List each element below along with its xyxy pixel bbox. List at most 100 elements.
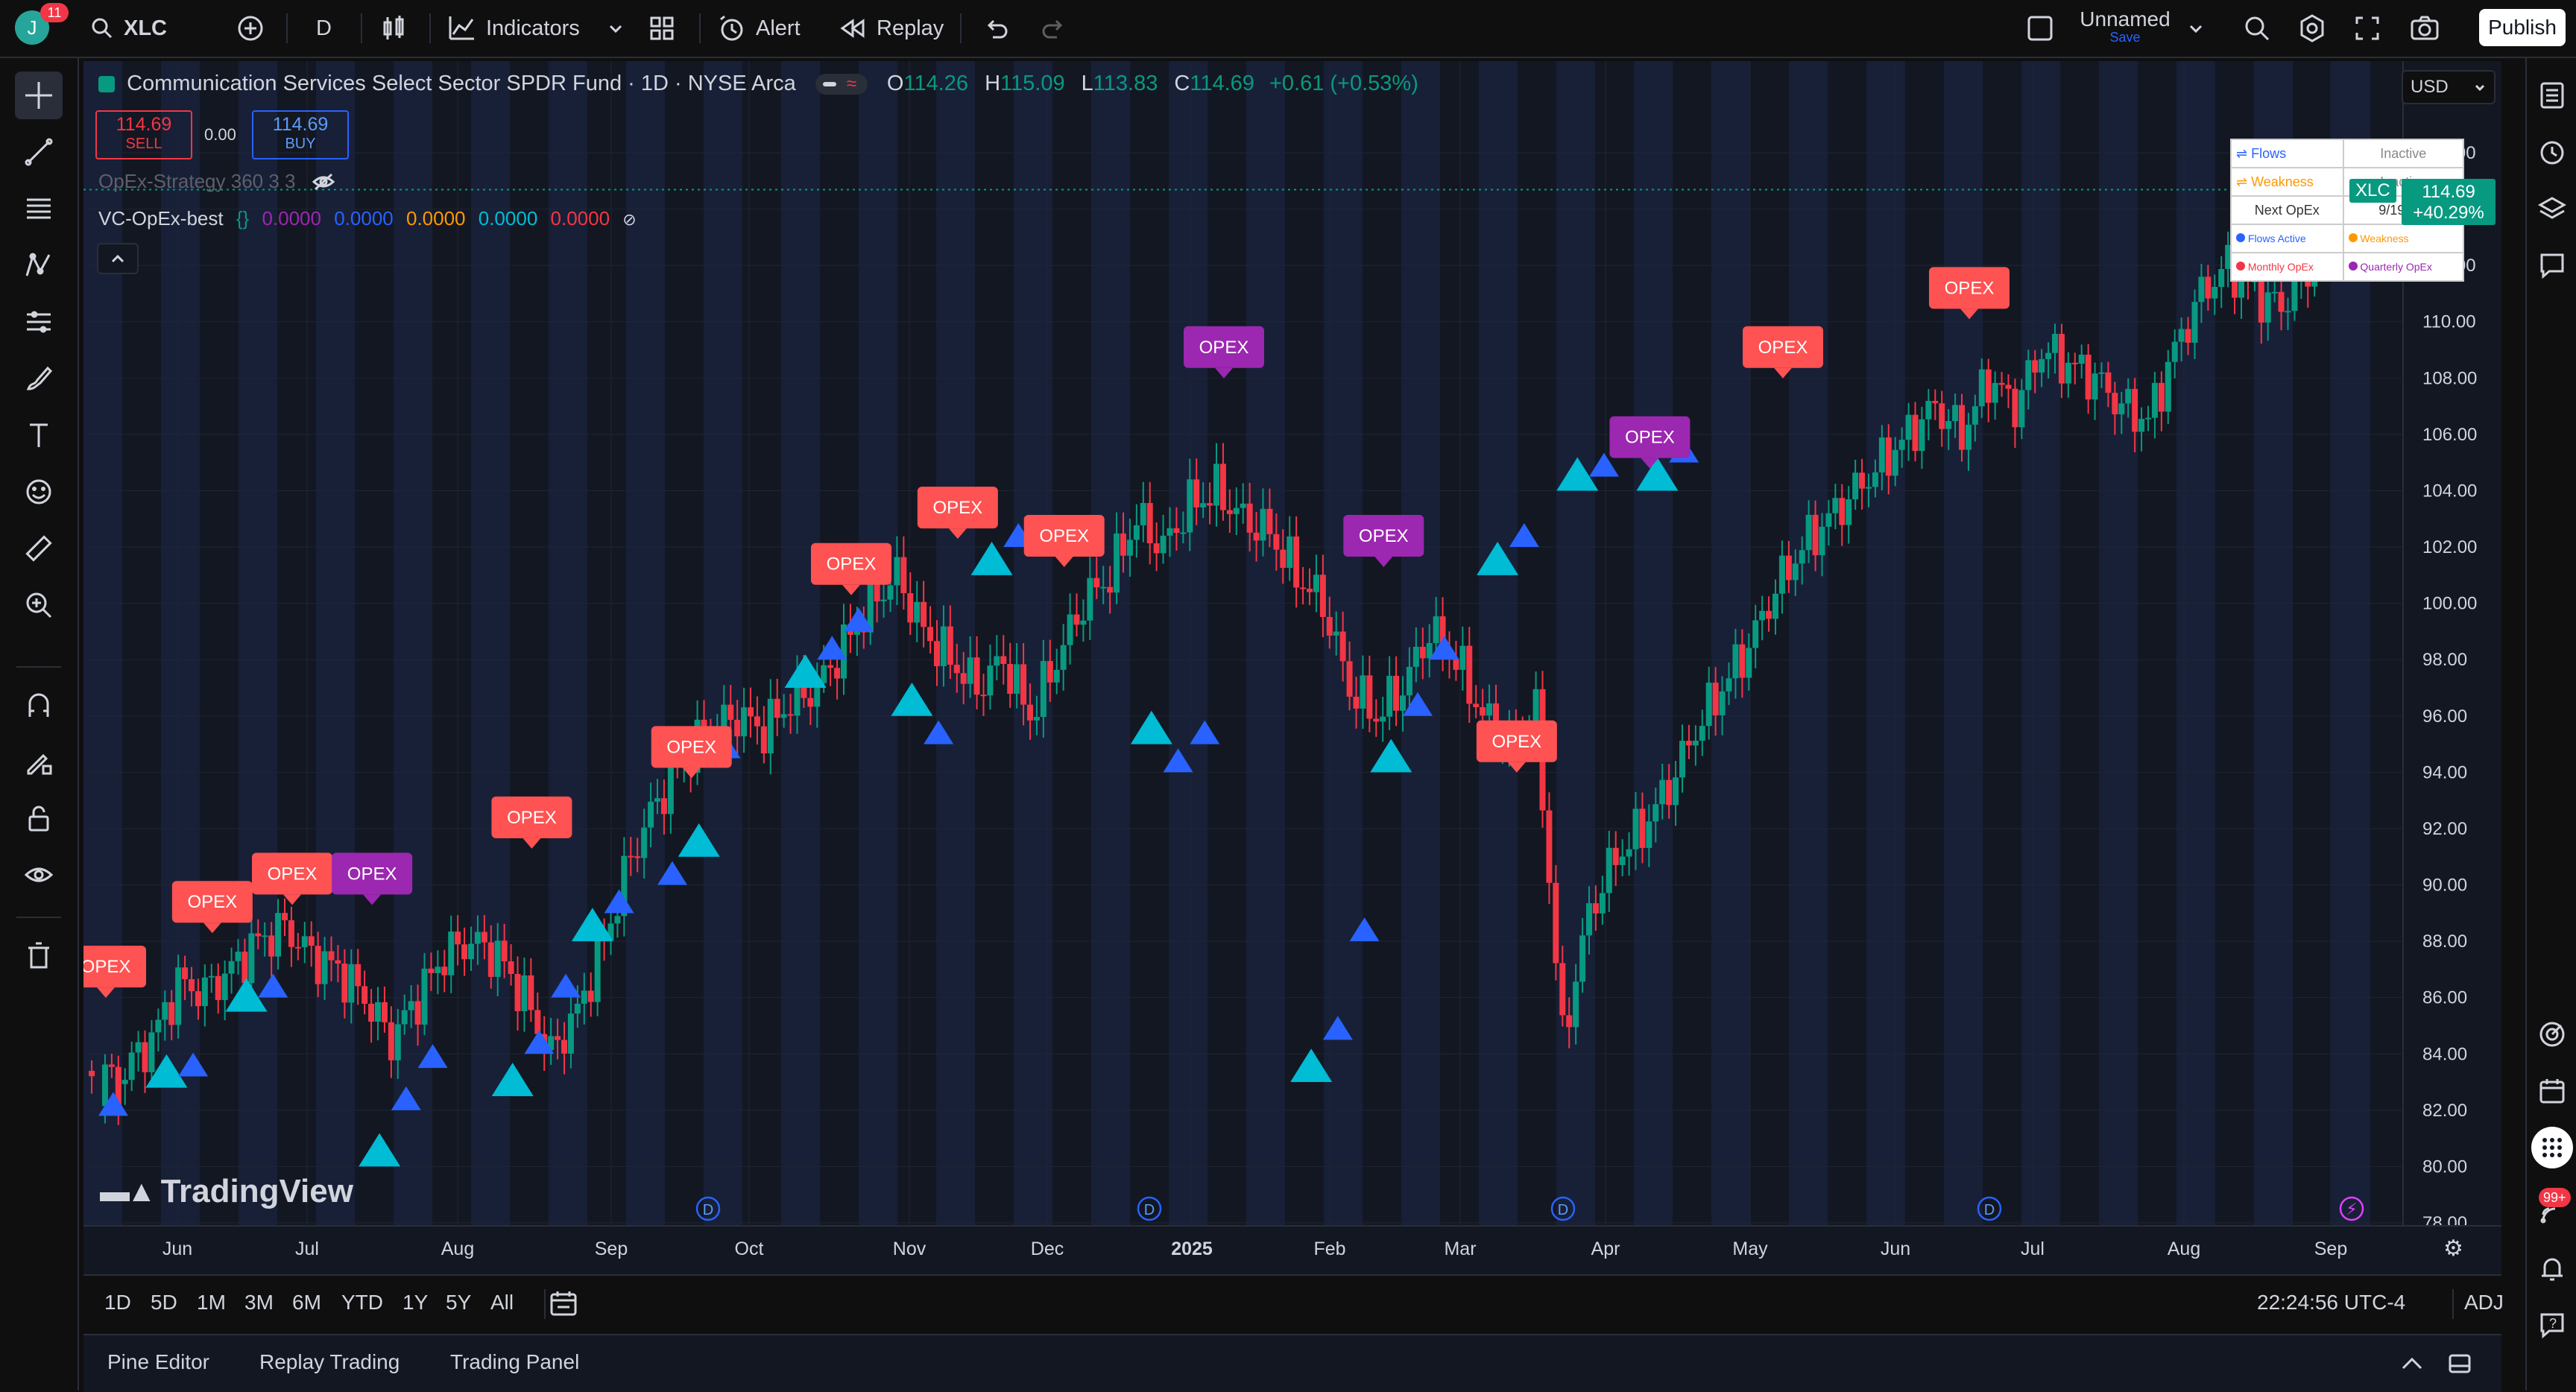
layout-toggle[interactable]: [2026, 10, 2054, 46]
object-tree-button[interactable]: [2531, 188, 2573, 230]
compare-symbol-button[interactable]: [236, 10, 265, 46]
indicators-button[interactable]: Indicators: [447, 10, 580, 46]
range-3m[interactable]: 3M: [244, 1291, 274, 1315]
collapse-legend-button[interactable]: [97, 243, 139, 274]
axis-settings-icon[interactable]: ⚙: [2443, 1236, 2463, 1262]
layout-name-button[interactable]: Unnamed Save: [2077, 7, 2174, 49]
undo-button[interactable]: [982, 10, 1009, 46]
candle-body: [1426, 642, 1433, 659]
chart-type-button[interactable]: [379, 10, 408, 46]
time-axis[interactable]: Jun Jul Aug Sep Oct Nov Dec 2025 Feb Mar Apr May Jun…: [83, 1225, 2501, 1274]
lock-tool[interactable]: [15, 794, 63, 842]
bell-icon: [2542, 1258, 2563, 1281]
candle-body: [2165, 361, 2171, 412]
fullscreen-button[interactable]: [2354, 10, 2381, 46]
study-vc-opex[interactable]: VC-OpEx-best {} 0.0000 0.0000 0.0000 0.0…: [98, 207, 637, 230]
range-all[interactable]: All: [490, 1291, 514, 1315]
settings-button[interactable]: [2297, 10, 2327, 46]
products-button[interactable]: [2531, 1127, 2573, 1168]
candle-body: [1080, 620, 1087, 625]
indicators-dropdown[interactable]: [607, 10, 625, 46]
tab-replay-trading[interactable]: Replay Trading: [259, 1350, 400, 1374]
crosshair-tool[interactable]: [15, 72, 63, 119]
adjust-data-toggle[interactable]: ADJ: [2464, 1291, 2504, 1315]
magnet-tool[interactable]: [15, 681, 63, 729]
range-ytd[interactable]: YTD: [341, 1291, 383, 1315]
ruler-tool[interactable]: [15, 525, 63, 572]
remove-drawings-tool[interactable]: [15, 931, 63, 979]
candle-body: [1546, 810, 1553, 883]
expand-panel-button[interactable]: [2399, 1350, 2425, 1381]
study-opex-strategy[interactable]: OpEx-Strategy 360 3 3: [98, 170, 335, 193]
candle-body: [1114, 533, 1120, 593]
interval-button[interactable]: D: [316, 10, 332, 46]
watchlist-button[interactable]: [2531, 75, 2573, 116]
range-5d[interactable]: 5D: [151, 1291, 177, 1315]
range-1y[interactable]: 1Y: [402, 1291, 428, 1315]
tab-trading-panel[interactable]: Trading Panel: [450, 1350, 579, 1374]
candle-body: [408, 1001, 414, 1010]
candle-body: [774, 698, 780, 718]
visibility-tool[interactable]: [15, 851, 63, 899]
sell-price: 114.69: [116, 114, 172, 135]
range-5y[interactable]: 5Y: [446, 1291, 471, 1315]
clock-readout[interactable]: 22:24:56 UTC-4: [2257, 1291, 2405, 1315]
ruler-icon: [25, 535, 52, 562]
emoji-tool[interactable]: [15, 468, 63, 516]
maximize-panel-button[interactable]: [2446, 1350, 2473, 1381]
drawing-mode-tool[interactable]: [15, 738, 63, 785]
zoom-tool[interactable]: [15, 581, 63, 629]
chat-button[interactable]: [2531, 244, 2573, 286]
forecast-tool[interactable]: [15, 298, 63, 346]
currency-selector[interactable]: USD: [2402, 70, 2496, 104]
layout-dropdown[interactable]: [2187, 10, 2205, 46]
sell-label: SELL: [125, 136, 162, 152]
notifications-button[interactable]: [2531, 1247, 2573, 1289]
visual-order-toggle[interactable]: ≈: [815, 74, 868, 95]
dom-button[interactable]: [2531, 1013, 2573, 1055]
candle-body: [2145, 417, 2151, 420]
candle-body: [221, 973, 228, 1000]
chart-canvas[interactable]: OPEX OPEX OPEX OPEX OPEX OPEX OPEX OPEX OPEX OPEX…: [83, 61, 2501, 1225]
candle-body: [1912, 414, 1919, 452]
candle-body: [142, 1042, 148, 1072]
brush-tool[interactable]: [15, 355, 63, 402]
candles-icon: [383, 16, 404, 39]
candle-body: [1466, 645, 1473, 704]
range-1m[interactable]: 1M: [197, 1291, 226, 1315]
candle-body: [208, 975, 215, 978]
quick-search-button[interactable]: [2242, 10, 2272, 46]
alert-button[interactable]: Alert: [717, 10, 801, 46]
goto-date-button[interactable]: [547, 1288, 580, 1324]
trendline-tool[interactable]: [15, 128, 63, 176]
notifications-count: 99+: [2543, 1190, 2566, 1205]
weakness-label: ⇌ Weakness: [2230, 167, 2344, 197]
tab-pine-editor[interactable]: Pine Editor: [107, 1350, 209, 1374]
snapshot-button[interactable]: [2409, 10, 2440, 46]
calendar-button[interactable]: [2531, 1070, 2573, 1112]
time-axis-label: Nov: [892, 1238, 926, 1259]
text-tool[interactable]: [15, 411, 63, 459]
candle-body: [654, 798, 660, 802]
fib-tool[interactable]: [15, 185, 63, 232]
redo-button[interactable]: [1041, 10, 1067, 46]
candle-body: [1679, 741, 1685, 778]
eye-off-icon[interactable]: [312, 171, 335, 192]
help-button[interactable]: ?: [2531, 1304, 2573, 1346]
templates-button[interactable]: [648, 10, 675, 46]
candle-body: [940, 626, 947, 666]
range-6m[interactable]: 6M: [292, 1291, 321, 1315]
pattern-tool[interactable]: [15, 241, 63, 289]
opex-label-text: OPEX: [827, 554, 877, 575]
alerts-panel-button[interactable]: [2531, 131, 2573, 173]
replay-button[interactable]: Replay: [838, 10, 944, 46]
eye-icon: [24, 867, 54, 882]
buy-button[interactable]: 114.69 BUY: [252, 110, 349, 159]
range-1d[interactable]: 1D: [104, 1291, 131, 1315]
sell-button[interactable]: 114.69 SELL: [95, 110, 192, 159]
search-icon: [92, 18, 113, 39]
symbol-search[interactable]: XLC: [89, 10, 167, 46]
candle-body: [481, 931, 487, 943]
chart-pane[interactable]: OPEX OPEX OPEX OPEX OPEX OPEX OPEX OPEX OPEX OPEX…: [83, 61, 2501, 1225]
publish-button[interactable]: Publish: [2479, 9, 2566, 46]
